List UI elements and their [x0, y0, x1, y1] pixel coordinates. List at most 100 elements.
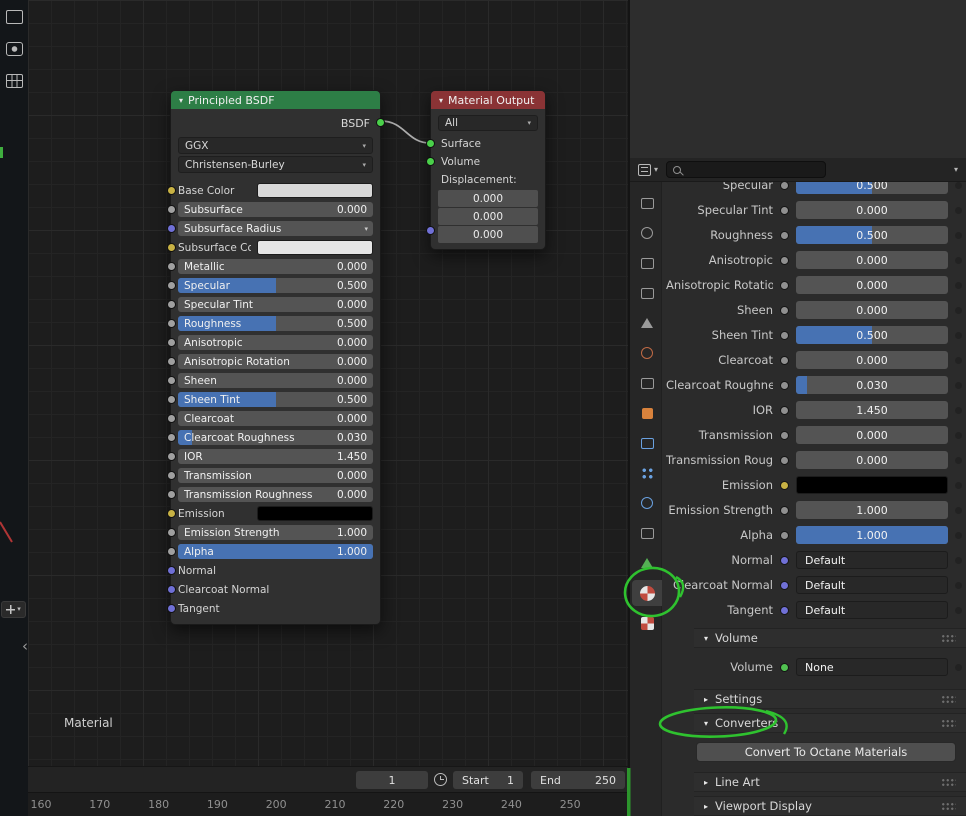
- volume-panel-header[interactable]: ▾ Volume: [694, 628, 966, 648]
- input-socket[interactable]: [167, 319, 176, 328]
- property-slider-emission-strength[interactable]: 1.000: [796, 501, 948, 519]
- bsdf-output-socket[interactable]: [376, 118, 385, 127]
- displacement-z-field[interactable]: 0.000: [438, 226, 538, 243]
- vector-dropdown-subsurface-radius[interactable]: Subsurface Radius ▾: [178, 221, 373, 236]
- tab-constraints[interactable]: [632, 520, 662, 546]
- outliner-area[interactable]: [630, 0, 966, 158]
- node-slider-metallic[interactable]: Metallic 0.000: [178, 259, 373, 274]
- panel-expand-triangle-icon[interactable]: ▸: [704, 802, 708, 811]
- panel-expand-triangle-icon[interactable]: ▸: [704, 778, 708, 787]
- node-slider-clearcoat[interactable]: Clearcoat 0.000: [178, 411, 373, 426]
- input-socket[interactable]: [167, 566, 176, 575]
- property-slider-clearcoat[interactable]: 0.000: [796, 351, 948, 369]
- volume-input-socket[interactable]: [426, 157, 435, 166]
- panel-expand-triangle-icon[interactable]: ▾: [704, 719, 708, 728]
- property-slider-anisotropic-rotation[interactable]: 0.000: [796, 276, 948, 294]
- volume-shader-menu[interactable]: None: [796, 658, 948, 676]
- input-socket[interactable]: [167, 205, 176, 214]
- node-slider-ior[interactable]: IOR 1.450: [178, 449, 373, 464]
- input-socket[interactable]: [167, 509, 176, 518]
- input-socket[interactable]: [167, 490, 176, 499]
- property-slider-alpha[interactable]: 1.000: [796, 526, 948, 544]
- property-slider-transmission[interactable]: 0.000: [796, 426, 948, 444]
- tab-particles[interactable]: [632, 460, 662, 486]
- convert-to-octane-button[interactable]: Convert To Octane Materials: [696, 742, 956, 762]
- property-menu-tangent[interactable]: Default: [796, 601, 948, 619]
- node-slider-transmission-roughness[interactable]: Transmission Roughness 0.000: [178, 487, 373, 502]
- node-slider-sheen[interactable]: Sheen 0.000: [178, 373, 373, 388]
- surface-input-socket[interactable]: [426, 139, 435, 148]
- input-socket[interactable]: [167, 547, 176, 556]
- clock-icon[interactable]: [434, 773, 447, 786]
- tab-world[interactable]: [632, 340, 662, 366]
- properties-search-input[interactable]: [666, 161, 827, 178]
- input-socket[interactable]: [167, 186, 176, 195]
- input-socket[interactable]: [167, 262, 176, 271]
- input-socket[interactable]: [167, 376, 176, 385]
- node-slider-roughness[interactable]: Roughness 0.500: [178, 316, 373, 331]
- panel-grip-icon[interactable]: [941, 694, 956, 704]
- input-socket[interactable]: [167, 338, 176, 347]
- principled-bsdf-node[interactable]: ▾ Principled BSDF BSDF GGX ▾ Christensen…: [167, 90, 385, 625]
- node-slider-emission-strength[interactable]: Emission Strength 1.000: [178, 525, 373, 540]
- node-slider-subsurface[interactable]: Subsurface 0.000: [178, 202, 373, 217]
- property-slider-transmission-roug[interactable]: 0.000: [796, 451, 948, 469]
- panel-expand-triangle-icon[interactable]: ▾: [704, 634, 708, 643]
- tab-material[interactable]: [632, 580, 662, 606]
- panel-grip-icon[interactable]: [941, 718, 956, 728]
- color-swatch[interactable]: [257, 183, 373, 198]
- node-slider-transmission[interactable]: Transmission 0.000: [178, 468, 373, 483]
- input-socket[interactable]: [167, 357, 176, 366]
- input-socket[interactable]: [167, 433, 176, 442]
- tab-tool[interactable]: [632, 190, 662, 216]
- color-swatch[interactable]: [257, 240, 373, 255]
- distribution-dropdown[interactable]: GGX ▾: [178, 137, 373, 154]
- input-socket[interactable]: [167, 604, 176, 613]
- input-socket[interactable]: [167, 281, 176, 290]
- material-output-node[interactable]: ▾ Material Output All ▾ Surface Volume D…: [426, 90, 546, 250]
- color-swatch[interactable]: [257, 506, 373, 521]
- node-slider-anisotropic[interactable]: Anisotropic 0.000: [178, 335, 373, 350]
- panel-grip-icon[interactable]: [941, 801, 956, 811]
- input-socket[interactable]: [167, 585, 176, 594]
- converters-panel-header[interactable]: ▾ Converters: [694, 713, 966, 733]
- displacement-y-field[interactable]: 0.000: [438, 208, 538, 225]
- frame-start-field[interactable]: Start 1: [453, 771, 523, 789]
- area-divider[interactable]: [628, 0, 630, 816]
- frame-end-field[interactable]: End 250: [531, 771, 625, 789]
- settings-panel-header[interactable]: ▸ Settings: [694, 689, 966, 709]
- input-socket[interactable]: [167, 224, 176, 233]
- displacement-input-socket[interactable]: [426, 226, 435, 235]
- node-slider-sheen-tint[interactable]: Sheen Tint 0.500: [178, 392, 373, 407]
- current-frame-field[interactable]: 1: [356, 771, 428, 789]
- input-socket[interactable]: [167, 300, 176, 309]
- property-slider-roughness[interactable]: 0.500: [796, 226, 948, 244]
- input-socket[interactable]: [167, 471, 176, 480]
- node-slider-anisotropic-rotation[interactable]: Anisotropic Rotation 0.000: [178, 354, 373, 369]
- header-menu-chevron[interactable]: ▾: [954, 165, 958, 174]
- editor-type-button[interactable]: ▾: [638, 163, 658, 176]
- input-socket[interactable]: [167, 414, 176, 423]
- property-slider-sheen[interactable]: 0.000: [796, 301, 948, 319]
- collapse-triangle-icon[interactable]: ▾: [179, 96, 183, 105]
- subsurface-method-dropdown[interactable]: Christensen-Burley ▾: [178, 156, 373, 173]
- input-socket[interactable]: [167, 528, 176, 537]
- tab-object[interactable]: [632, 400, 662, 426]
- tab-object-data[interactable]: [632, 550, 662, 576]
- property-slider-specular-tint[interactable]: 0.000: [796, 201, 948, 219]
- property-slider-specular[interactable]: 0.500: [796, 182, 948, 194]
- property-slider-clearcoat-roughnes[interactable]: 0.030: [796, 376, 948, 394]
- property-menu-clearcoat-normal[interactable]: Default: [796, 576, 948, 594]
- node-slider-alpha[interactable]: Alpha 1.000: [178, 544, 373, 559]
- displacement-x-field[interactable]: 0.000: [438, 190, 538, 207]
- property-menu-normal[interactable]: Default: [796, 551, 948, 569]
- tab-render[interactable]: [632, 220, 662, 246]
- tab-modifiers[interactable]: [632, 430, 662, 456]
- node-slider-specular[interactable]: Specular 0.500: [178, 278, 373, 293]
- tab-texture[interactable]: [632, 610, 662, 636]
- node-slider-clearcoat-roughness[interactable]: Clearcoat Roughness 0.030: [178, 430, 373, 445]
- output-node-header[interactable]: ▾ Material Output: [431, 91, 545, 109]
- property-color-swatch[interactable]: [796, 476, 948, 494]
- timeline-ruler[interactable]: 160 170 180 190 200 210 220 230 240 250: [28, 792, 628, 816]
- grid-button[interactable]: [2, 70, 26, 92]
